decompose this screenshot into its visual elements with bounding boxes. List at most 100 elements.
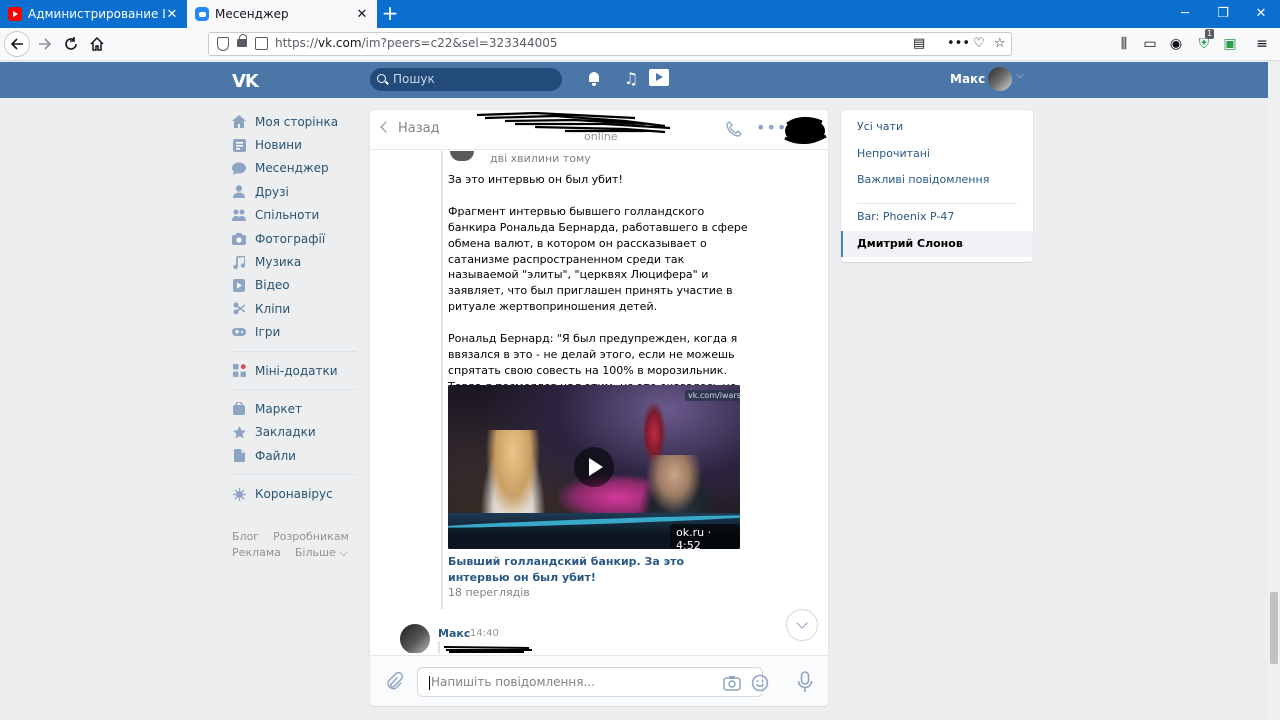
reader-view-icon[interactable]: ▤ (913, 36, 925, 51)
sidebar-item-music[interactable]: Музика (232, 250, 357, 273)
message-history[interactable]: дві хвилини тому За это интервью он был … (370, 151, 828, 653)
sidebar-item-label: Кліпи (255, 301, 291, 316)
forward-quote-line (438, 641, 440, 653)
sidebar-item-market[interactable]: Маркет (232, 397, 357, 420)
sidebar-item-files[interactable]: Файли (232, 444, 357, 467)
extension-shield-icon[interactable]: ⛨ 1 (1194, 29, 1215, 54)
sidebar-item-mini-apps[interactable]: Міні-додатки (232, 359, 357, 382)
emoji-icon[interactable] (751, 674, 769, 692)
sidebar-item-label: Фотографії (255, 231, 326, 246)
sidebar-item-coronavirus[interactable]: Коронавірус (232, 482, 357, 505)
footer-link-ads[interactable]: Реклама (232, 546, 281, 559)
lock-icon[interactable] (237, 34, 247, 47)
sidebar-item-my-page[interactable]: Моя сторінка (232, 110, 357, 133)
bookmark-star-icon[interactable]: ☆ (994, 36, 1006, 51)
play-icon[interactable] (574, 447, 614, 487)
chat-tab-phoenix[interactable]: Bar: Phoenix P-47 (841, 204, 1033, 230)
footer-link-more[interactable]: Більше ⌵ (295, 546, 348, 559)
close-tab-icon[interactable]: ✕ (165, 7, 179, 22)
forward-button[interactable] (33, 32, 57, 56)
sidebar-item-clips[interactable]: Кліпи (232, 297, 357, 320)
url-text[interactable]: https://vk.com/im?peers=c22&sel=32334400… (275, 36, 558, 50)
profile-name[interactable]: Макс (950, 72, 985, 86)
sidebar-item-video[interactable]: Відео (232, 274, 357, 297)
sidebar-item-label: Спільноти (255, 208, 320, 223)
sidebar-item-label: Міні-додатки (255, 363, 338, 378)
sidebar-item-games[interactable]: Ігри (232, 321, 357, 344)
menu-divider (232, 389, 357, 391)
browser-nav-bar: https://vk.com/im?peers=c22&sel=32334400… (0, 28, 1280, 61)
menu-icon[interactable]: ≡ (1252, 34, 1272, 54)
extension-green-icon[interactable]: ▣ (1220, 34, 1240, 54)
sidebar-item-friends[interactable]: Друзі (232, 180, 357, 203)
reload-button[interactable] (59, 32, 83, 56)
video-icon[interactable] (649, 69, 669, 86)
chevron-down-icon[interactable]: ⌵ (1016, 70, 1024, 81)
camera-icon[interactable] (723, 674, 741, 692)
browser-tab-youtube[interactable]: Администрирование Linux. Л ✕ (0, 0, 187, 28)
redacted-text-scribble (444, 646, 532, 653)
camera-icon (232, 232, 246, 246)
video-attachment[interactable]: vk.com/iwars ok.ru · 4:52 (448, 385, 740, 549)
chat-tab-dmitry-slonov[interactable]: Дмитрий Слонов (841, 231, 1033, 257)
friend-icon (232, 185, 246, 199)
home-button[interactable] (85, 32, 109, 56)
browser-tab-messenger[interactable]: Месенджер ✕ (187, 0, 377, 28)
avatar[interactable] (450, 151, 474, 161)
account-icon[interactable]: ◉ (1166, 34, 1186, 54)
scrollbar-thumb[interactable] (1270, 592, 1278, 664)
close-tab-icon[interactable]: ✕ (355, 7, 369, 22)
sidebar-item-messenger[interactable]: Месенджер (232, 157, 357, 180)
library-icon[interactable]: ⫼ (1114, 34, 1134, 54)
notifications-bell-icon[interactable] (586, 70, 604, 88)
back-button[interactable] (4, 31, 30, 57)
phone-icon[interactable] (726, 121, 742, 137)
sidebar-icon[interactable]: ▭ (1140, 34, 1160, 54)
page-scrollbar[interactable] (1268, 62, 1280, 720)
paperclip-icon[interactable] (385, 672, 405, 692)
microphone-icon[interactable] (797, 671, 813, 693)
video-duration: ok.ru · 4:52 (670, 524, 740, 549)
sidebar-item-news[interactable]: Новини (232, 133, 357, 156)
video-title-link[interactable]: Бывший голландский банкир. За это интерв… (448, 554, 738, 586)
avatar[interactable] (400, 624, 430, 653)
filter-important[interactable]: Важливі повідомлення (841, 167, 1033, 193)
sidebar-item-photos[interactable]: Фотографії (232, 227, 357, 250)
message-time[interactable]: 14:40 (470, 628, 499, 639)
page-actions-icon[interactable]: ••• (947, 36, 970, 51)
message-author[interactable]: Макс (438, 627, 470, 640)
search-icon (377, 74, 386, 83)
sidebar-item-bookmarks[interactable]: Закладки (232, 421, 357, 444)
vk-logo[interactable]: VK (232, 71, 259, 92)
youtube-icon (8, 7, 22, 21)
message-placeholder: Напишіть повідомлення... (431, 675, 595, 689)
footer-link-blog[interactable]: Блог (232, 530, 259, 543)
permissions-icon[interactable] (255, 37, 268, 50)
close-window-button[interactable]: ✕ (1242, 0, 1280, 28)
apps-icon (232, 364, 246, 378)
sidebar-item-communities[interactable]: Спільноти (232, 204, 357, 227)
maximize-button[interactable]: ❐ (1204, 0, 1242, 28)
redacted-avatar-scribble (784, 117, 827, 144)
search-input[interactable]: Пошук (370, 68, 562, 91)
footer-link-developers[interactable]: Розробникам (273, 530, 349, 543)
tab-title: Администрирование Linux. Л (28, 7, 165, 21)
pocket-icon[interactable]: ♡ (973, 36, 985, 51)
avatar[interactable] (988, 67, 1012, 91)
minimize-button[interactable]: ─ (1166, 0, 1204, 28)
sidebar-item-label: Друзі (255, 184, 289, 199)
tracking-shield-icon[interactable] (217, 37, 229, 51)
filter-all-chats[interactable]: Усі чати (841, 114, 1033, 140)
scroll-down-button[interactable] (786, 609, 818, 641)
back-button[interactable]: Назад (380, 121, 440, 136)
address-bar[interactable]: https://vk.com/im?peers=c22&sel=32334400… (208, 32, 1012, 56)
sidebar-item-label: Маркет (255, 401, 302, 416)
forward-quote-line (441, 151, 443, 609)
filter-unread[interactable]: Непрочитані (841, 141, 1033, 167)
music-icon[interactable]: ♫ (622, 70, 640, 88)
sidebar-item-label: Коронавірус (255, 487, 333, 502)
sidebar-item-label: Новини (255, 138, 302, 153)
new-tab-button[interactable]: + (381, 3, 399, 25)
message-input[interactable]: Напишіть повідомлення... (417, 667, 769, 697)
message-paragraph: За это интервью он был убит! (448, 173, 623, 186)
